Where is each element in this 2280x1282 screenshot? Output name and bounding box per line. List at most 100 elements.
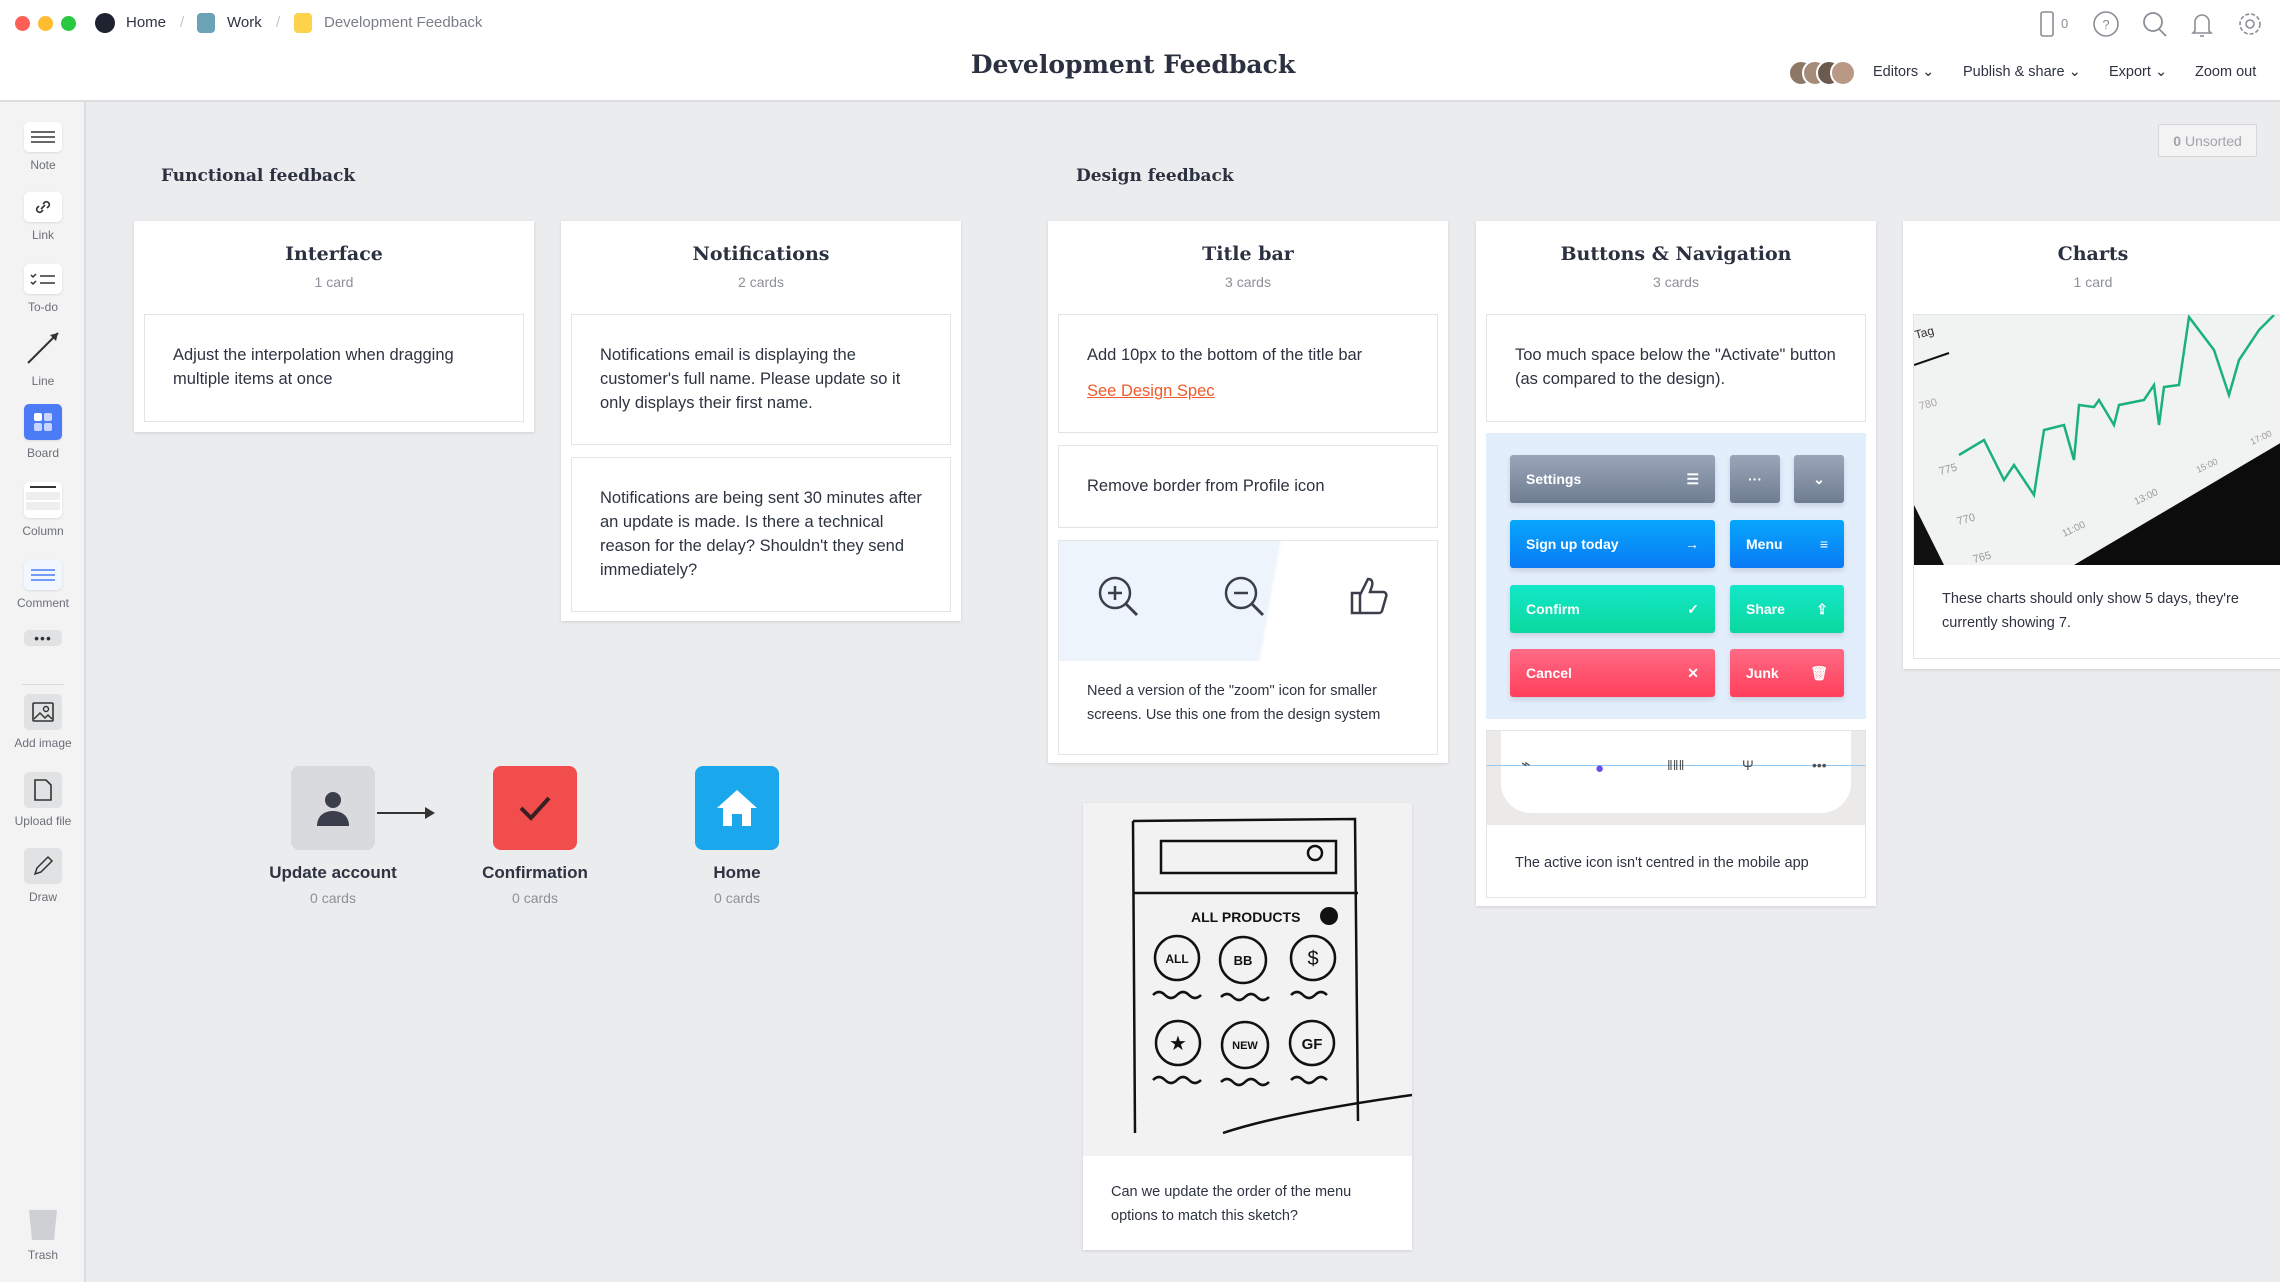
section-label-functional: Functional feedback [161, 166, 356, 186]
sidebar-item-note[interactable]: Note [0, 122, 86, 172]
notifications-bell-icon[interactable] [2188, 10, 2218, 40]
image-card[interactable]: Need a version of the "zoom" icon for sm… [1058, 540, 1438, 755]
chevron-down-icon: ⌄ [1794, 455, 1844, 503]
button-label: Menu [1746, 536, 1783, 552]
column-icon [24, 482, 62, 518]
sample-menu-button: Menu ≡ [1730, 520, 1844, 568]
sketch-label: $ [1307, 948, 1318, 970]
image-card[interactable]: ⌁ ● ǁ‖ǁ Ψ ••• The active icon isn't cent… [1486, 730, 1866, 898]
note-card[interactable]: Notifications email is displaying the cu… [571, 314, 951, 445]
sidebar-item-draw[interactable]: Draw [0, 848, 86, 904]
trash-label: Trash [27, 1248, 59, 1262]
column-title: Buttons & Navigation [1560, 243, 1792, 265]
sidebar-item-label: Column [22, 524, 64, 538]
note-card[interactable]: Adjust the interpolation when dragging m… [144, 314, 524, 422]
breadcrumb-work[interactable]: Work [227, 14, 262, 31]
breadcrumb-home[interactable]: Home [126, 14, 166, 31]
sidebar-item-add-image[interactable]: Add image [0, 694, 86, 750]
breadcrumb-current: Development Feedback [324, 14, 483, 31]
card-text: The active icon isn't centred in the mob… [1515, 855, 1809, 871]
pencil-icon [24, 848, 62, 884]
column-count: 2 cards [738, 274, 784, 290]
chevron-down-icon: ⌄ [1922, 64, 1935, 80]
sidebar-item-label: Comment [16, 596, 69, 610]
sidebar-item-comment[interactable]: Comment [0, 560, 86, 610]
note-card[interactable]: Too much space below the "Activate" butt… [1486, 314, 1866, 422]
arrow-head-icon [425, 807, 435, 819]
column-title: Charts [2057, 243, 2129, 265]
column-title: Notifications [692, 243, 830, 265]
trash-icon: 🗑 [1810, 664, 1828, 681]
minimize-window-button[interactable] [38, 16, 53, 31]
note-card[interactable]: Remove border from Profile icon [1058, 445, 1438, 528]
unsorted-button[interactable]: 0 Unsorted [2158, 124, 2257, 157]
link-icon [24, 192, 62, 222]
export-dropdown[interactable]: Export ⌄ [2109, 64, 2167, 80]
zoom-out-button[interactable]: Zoom out [2195, 64, 2256, 80]
sidebar-item-label: Note [30, 158, 56, 172]
sample-confirm-button: Confirm ✓ [1510, 585, 1715, 633]
publish-share-dropdown[interactable]: Publish & share ⌄ [1963, 64, 2081, 80]
card-text: Can we update the order of the menu opti… [1111, 1184, 1352, 1224]
button-label: Confirm [1526, 601, 1580, 617]
work-board-icon [197, 13, 215, 33]
sketch-label: BB [1234, 953, 1253, 968]
board-label[interactable]: Update account [233, 863, 433, 883]
button-label: Settings [1526, 471, 1582, 487]
note-card[interactable]: Add 10px to the bottom of the title bar S… [1058, 314, 1438, 433]
sketch-image-card[interactable]: ALL PRODUCTS ALL BB $ ★ NEW GF Can we up… [1083, 803, 1412, 1250]
button-label: Share [1746, 601, 1785, 617]
sidebar-item-upload-file[interactable]: Upload file [0, 772, 86, 828]
breadcrumb-separator: / [276, 14, 281, 31]
star-icon: ★ [1169, 1033, 1187, 1055]
column-notifications: Notifications 2 cards Notifications emai… [561, 221, 961, 621]
column-count: 1 card [2073, 274, 2113, 290]
chevron-down-icon: ⌄ [2068, 64, 2081, 80]
svg-text:?: ? [2102, 17, 2109, 32]
sidebar-item-label: Board [26, 446, 60, 460]
editor-avatars[interactable] [1788, 60, 1856, 86]
section-label-design: Design feedback [1076, 166, 1234, 186]
editors-dropdown[interactable]: Editors ⌄ [1873, 64, 1934, 80]
more-tools-button[interactable]: ••• [0, 630, 86, 652]
export-label: Export [2109, 64, 2151, 80]
board-count: 0 cards [512, 890, 558, 906]
sidebar-item-link[interactable]: Link [0, 192, 86, 242]
user-icon [317, 792, 349, 826]
note-card[interactable]: Notifications are being sent 30 minutes … [571, 457, 951, 612]
sample-settings-button: Settings ☰ [1510, 455, 1715, 503]
column-count: 3 cards [1653, 274, 1699, 290]
board-update-account[interactable] [291, 766, 375, 850]
board-confirmation[interactable] [493, 766, 577, 850]
share-icon: ⇪ [1816, 600, 1828, 617]
sidebar-item-label: Add image [14, 736, 72, 750]
sidebar-item-column[interactable]: Column [0, 482, 86, 538]
button-label: ··· [1748, 471, 1762, 487]
sidebar-item-todo[interactable]: To-do [0, 264, 86, 314]
sidebar-item-line[interactable]: Line [0, 328, 86, 388]
sample-junk-button: Junk 🗑 [1730, 649, 1844, 697]
sidebar-item-board[interactable]: Board [0, 404, 86, 460]
card-text: Notifications email is displaying the cu… [600, 346, 901, 412]
board-label[interactable]: Confirmation [435, 863, 635, 883]
board-home[interactable] [695, 766, 779, 850]
design-spec-link[interactable]: See Design Spec [1087, 379, 1409, 403]
maximize-window-button[interactable] [61, 16, 76, 31]
image-card[interactable]: Tag 780 775 770 765 11:00 13:00 15:00 17… [1913, 314, 2280, 659]
help-icon[interactable]: ? [2092, 10, 2122, 40]
device-count: 0 [2061, 16, 2069, 31]
search-icon[interactable] [2140, 10, 2170, 40]
column-count: 3 cards [1225, 274, 1271, 290]
buttons-design-image: Settings ☰ ··· ⌄ Sign up today → Menu ≡ Con… [1486, 433, 1866, 719]
dumbbell-icon: ǁ‖ǁ [1667, 757, 1685, 773]
trash-button[interactable]: Trash [0, 1206, 86, 1262]
check-icon [519, 796, 551, 821]
card-text: Add 10px to the bottom of the title bar [1087, 346, 1363, 364]
sliders-icon: ☰ [1686, 470, 1699, 487]
thumbs-up-icon [1350, 577, 1388, 615]
close-window-button[interactable] [15, 16, 30, 31]
more-icon: ••• [24, 630, 62, 646]
line-icon [24, 328, 62, 368]
settings-gear-icon[interactable] [2236, 10, 2266, 40]
board-label[interactable]: Home [637, 863, 837, 883]
